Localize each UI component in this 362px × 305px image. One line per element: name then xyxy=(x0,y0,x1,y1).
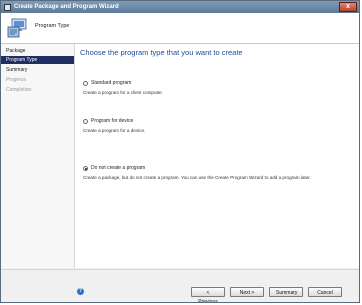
wizard-window: Create Package and Program Wizard x Prog… xyxy=(0,0,360,303)
standard-program-label[interactable]: Standard program xyxy=(91,80,131,86)
standard-program-radio[interactable] xyxy=(83,81,88,86)
do-not-create-program-radio[interactable] xyxy=(83,166,88,171)
program-icon xyxy=(7,18,27,38)
cancel-button[interactable]: Cancel xyxy=(308,287,342,297)
close-button[interactable]: x xyxy=(339,2,357,12)
help-icon[interactable]: ? xyxy=(77,288,84,295)
page-title: Program Type xyxy=(35,23,70,29)
program-for-device-description: Create a program for a device. xyxy=(83,128,146,133)
do-not-create-program-label[interactable]: Do not create a program xyxy=(91,165,145,171)
sidebar-item-completion: Completion xyxy=(6,87,32,93)
wizard-footer: ? < Previous Next > Summary Cancel xyxy=(1,269,359,302)
standard-program-description: Create a program for a client computer. xyxy=(83,90,163,95)
next-button[interactable]: Next > xyxy=(230,287,264,297)
sidebar-item-program-type[interactable]: Program Type xyxy=(1,56,74,64)
sidebar-item-progress: Progress xyxy=(6,77,27,83)
app-icon xyxy=(4,3,11,11)
sidebar-item-summary[interactable]: Summary xyxy=(1,66,74,74)
content-heading: Choose the program type that you want to… xyxy=(80,48,243,57)
title-bar: Create Package and Program Wizard x xyxy=(1,1,359,13)
program-for-device-radio[interactable] xyxy=(83,119,88,124)
sidebar-item-package[interactable]: Package xyxy=(1,47,74,55)
wizard-header: Program Type xyxy=(1,13,359,44)
window-title: Create Package and Program Wizard xyxy=(14,4,119,10)
wizard-steps-sidebar: Package Program Type Summary Progress Co… xyxy=(1,44,75,268)
summary-button[interactable]: Summary xyxy=(269,287,303,297)
main-content: Choose the program type that you want to… xyxy=(75,44,359,268)
do-not-create-program-description: Create a package, but do not create a pr… xyxy=(83,175,311,180)
previous-button[interactable]: < Previous xyxy=(191,287,225,302)
program-for-device-label[interactable]: Program for device xyxy=(91,118,133,124)
